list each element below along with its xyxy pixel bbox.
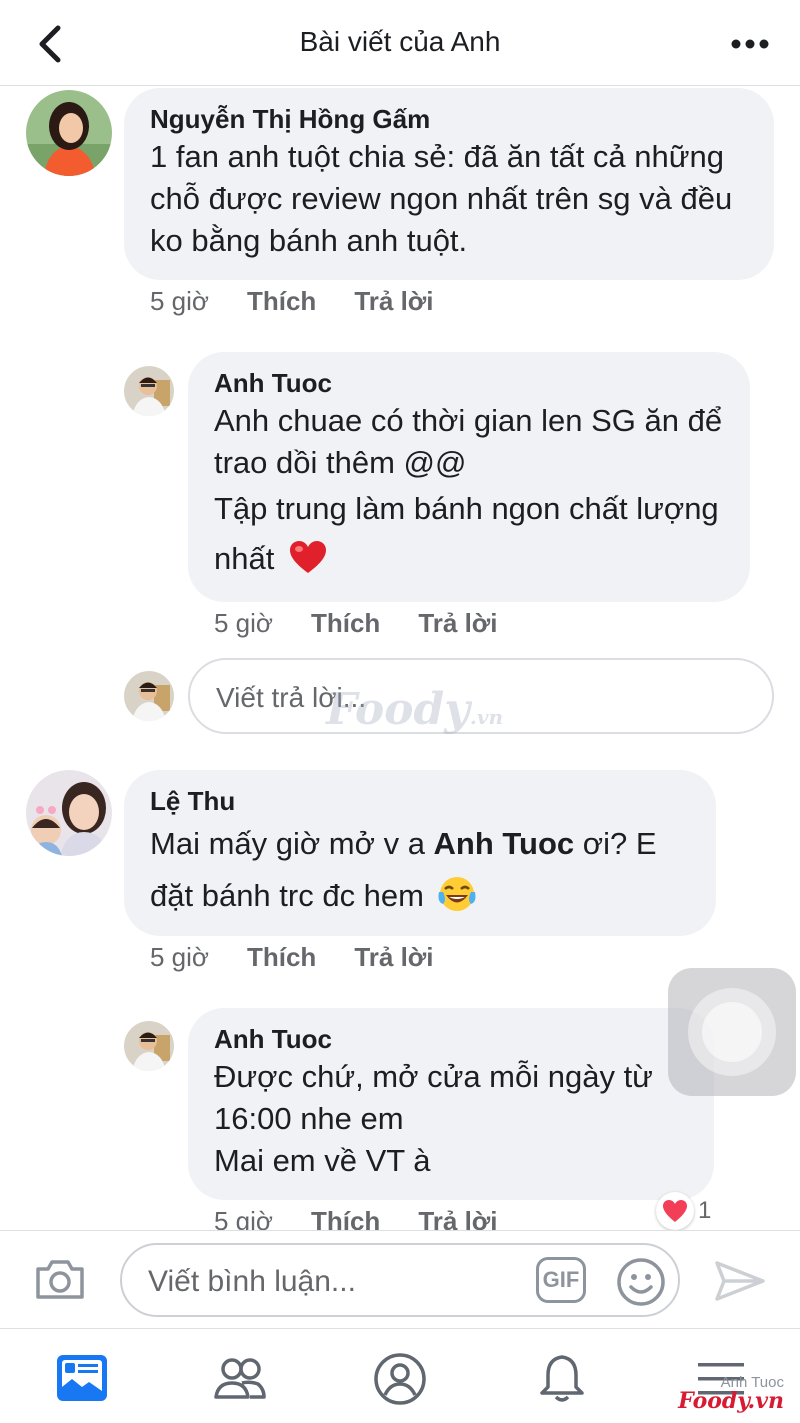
like-button[interactable]: Thích: [311, 1206, 380, 1230]
watermark-suffix: .vn: [469, 705, 503, 729]
avatar[interactable]: [124, 1021, 174, 1071]
like-button[interactable]: Thích: [311, 608, 380, 639]
avatar: [124, 671, 174, 721]
top-bar: Bài viết của Anh: [0, 0, 800, 86]
avatar[interactable]: [124, 366, 174, 416]
comment-author[interactable]: Anh Tuoc: [214, 366, 724, 400]
like-button[interactable]: Thích: [247, 286, 316, 317]
comment-author[interactable]: Lệ Thu: [150, 784, 690, 818]
reply-button[interactable]: Trả lời: [418, 1206, 497, 1230]
comment-text: Mai em về VT à: [214, 1143, 431, 1178]
comment-bubble[interactable]: Nguyễn Thị Hồng Gấm 1 fan anh tuột chia …: [124, 88, 774, 280]
news-feed-tab-icon[interactable]: [54, 1351, 110, 1407]
heart-emoji-icon: [289, 541, 326, 573]
heart-reaction-icon: [656, 1192, 694, 1230]
camera-icon[interactable]: [34, 1257, 86, 1301]
comment-text-part: Mai mấy giờ mở v a: [150, 826, 434, 861]
reaction-count: 1: [698, 1197, 712, 1224]
comment-text: 1 fan anh tuột chia sẻ: đã ăn tất cả nhữ…: [150, 139, 733, 258]
watermark-text: Foody: [326, 684, 470, 735]
notifications-bell-icon[interactable]: [534, 1351, 590, 1407]
reply-button[interactable]: Trả lời: [418, 608, 497, 639]
avatar[interactable]: [26, 90, 112, 176]
reply-bubble[interactable]: Anh Tuoc Được chứ, mở cửa mỗi ngày từ 16…: [188, 1008, 714, 1200]
comment-actions: 5 giờ Thích Trả lời: [150, 286, 434, 317]
comment-text: Mai mấy giờ mở v a Anh Tuoc ơi? E đặt bá…: [150, 818, 690, 922]
reply-button[interactable]: Trả lời: [354, 942, 433, 973]
comment-time: 5 giờ: [214, 608, 273, 638]
watermark-brand: Foody.vn: [678, 1388, 784, 1414]
comment-input-placeholder: Viết bình luận...: [148, 1265, 356, 1298]
page-title: Bài viết của Anh: [299, 26, 501, 57]
watermark: Foody.vn: [326, 684, 503, 735]
avatar[interactable]: [26, 770, 112, 856]
comment-author[interactable]: Anh Tuoc: [214, 1022, 688, 1056]
comment-input[interactable]: Viết bình luận... GIF: [120, 1243, 680, 1317]
assistive-touch-button[interactable]: [668, 968, 796, 1096]
more-options-icon[interactable]: [730, 38, 770, 50]
reply-bubble[interactable]: Anh Tuoc Anh chuae có thời gian len SG ă…: [188, 352, 750, 602]
comment-bubble[interactable]: Lệ Thu Mai mấy giờ mở v a Anh Tuoc ơi? E…: [124, 770, 716, 936]
comment-actions: 5 giờ Thích Trả lời: [150, 942, 434, 973]
comment-author[interactable]: Nguyễn Thị Hồng Gấm: [150, 102, 748, 136]
mention-link[interactable]: Anh Tuoc: [434, 826, 575, 861]
comment-text-line: Tập trung làm bánh ngon chất lượng nhất: [214, 484, 724, 584]
emoji-icon[interactable]: [616, 1257, 666, 1307]
friends-tab-icon[interactable]: [212, 1351, 268, 1407]
comment-time: 5 giờ: [150, 286, 209, 316]
comment-composer: Viết bình luận... GIF: [0, 1230, 800, 1328]
gif-icon[interactable]: GIF: [536, 1257, 586, 1303]
laughing-tears-emoji-icon: [438, 877, 476, 911]
reaction-summary[interactable]: 1: [656, 1192, 711, 1230]
comment-actions: 5 giờ Thích Trả lời: [214, 1206, 498, 1230]
assistive-touch-center: [702, 1002, 762, 1062]
send-icon[interactable]: [714, 1259, 766, 1303]
comment-time: 5 giờ: [214, 1206, 273, 1230]
like-button[interactable]: Thích: [247, 942, 316, 973]
profile-tab-icon[interactable]: [372, 1351, 428, 1407]
comment-text: Anh chuae có thời gian len SG ăn để trao…: [214, 403, 723, 480]
reply-button[interactable]: Trả lời: [354, 286, 433, 317]
comment-actions: 5 giờ Thích Trả lời: [214, 608, 498, 639]
watermark-corner: Anh Tuoc Foody.vn: [678, 1374, 784, 1414]
comment-text: Được chứ, mở cửa mỗi ngày từ 16:00 nhe e…: [214, 1059, 653, 1136]
comment-time: 5 giờ: [150, 942, 209, 972]
